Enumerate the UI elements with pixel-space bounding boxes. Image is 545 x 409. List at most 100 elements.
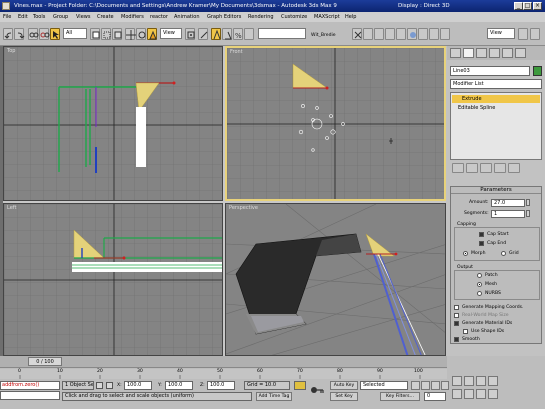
maximize-button[interactable]: □ <box>523 2 532 10</box>
absolute-mode-icon[interactable] <box>106 382 113 389</box>
snaps-toggle-icon[interactable] <box>211 28 221 40</box>
tab-modify-icon[interactable] <box>463 48 474 58</box>
mesh-radio[interactable] <box>477 282 482 287</box>
generate-material-ids-checkbox[interactable] <box>454 321 459 326</box>
tab-create-icon[interactable] <box>450 48 461 58</box>
key-mode-icon[interactable] <box>294 381 306 390</box>
menu-modifiers[interactable]: Modifiers <box>121 12 144 22</box>
unlink-icon[interactable] <box>39 28 50 40</box>
show-end-result-icon[interactable] <box>466 163 478 173</box>
menu-create[interactable]: Create <box>97 12 114 22</box>
viewport-left[interactable]: Left <box>3 203 223 356</box>
layer-manager-icon[interactable] <box>374 28 384 40</box>
curve-editor-icon[interactable] <box>385 28 395 40</box>
real-world-checkbox[interactable] <box>454 313 459 318</box>
select-by-name-icon[interactable] <box>90 28 100 40</box>
set-key-button[interactable]: Set Key <box>330 392 358 401</box>
pan-icon[interactable] <box>464 389 474 399</box>
viewport-top-label[interactable]: Top <box>7 48 15 54</box>
scale-icon[interactable] <box>147 28 157 40</box>
menu-rendering[interactable]: Rendering <box>248 12 274 22</box>
object-name-field[interactable]: Line03 <box>450 66 530 76</box>
spinner-snap-icon[interactable] <box>244 28 254 40</box>
set-key-icon[interactable] <box>310 383 324 397</box>
make-unique-icon[interactable] <box>480 163 492 173</box>
next-frame-icon[interactable] <box>441 381 449 390</box>
percent-snap-icon[interactable]: % <box>233 28 243 40</box>
menu-customize[interactable]: Customize <box>281 12 307 22</box>
cap-start-checkbox[interactable] <box>479 232 484 237</box>
reference-coordinate-dropdown[interactable]: View <box>160 28 182 39</box>
move-icon[interactable] <box>125 28 136 40</box>
menu-reactor[interactable]: reactor <box>150 12 168 22</box>
time-slider[interactable]: 0 / 100 <box>0 356 447 368</box>
maximize-viewport-icon[interactable] <box>488 389 498 399</box>
z-coordinate-field[interactable]: 100.0 <box>207 381 235 390</box>
active-shade-icon[interactable] <box>530 28 540 40</box>
undo-icon[interactable] <box>3 28 13 40</box>
quick-render-icon[interactable] <box>440 28 450 40</box>
viewport-perspective[interactable]: Perspective <box>225 203 446 356</box>
track-bar[interactable]: 0 10 20 30 40 50 60 70 80 90 100 <box>0 369 447 379</box>
tab-utilities-icon[interactable] <box>515 48 526 58</box>
selection-filter-dropdown[interactable]: All <box>63 28 87 39</box>
auto-key-button[interactable]: Auto Key <box>330 381 358 390</box>
menu-animation[interactable]: Animation <box>174 12 200 22</box>
time-slider-thumb[interactable]: 0 / 100 <box>28 357 62 366</box>
pivot-center-icon[interactable] <box>185 28 195 40</box>
app-icon[interactable] <box>2 2 10 10</box>
generate-mapping-checkbox[interactable] <box>454 305 459 310</box>
mirror-icon[interactable] <box>352 28 362 40</box>
zoom-extents-icon[interactable] <box>476 376 486 386</box>
remove-modifier-icon[interactable] <box>494 163 506 173</box>
y-coordinate-field[interactable]: 100.0 <box>165 381 193 390</box>
key-selection-dropdown[interactable]: Selected <box>360 381 408 390</box>
viewport-front[interactable]: Front <box>225 46 446 201</box>
render-type-dropdown[interactable]: View <box>487 28 515 39</box>
close-button[interactable]: × <box>533 2 542 10</box>
tab-motion-icon[interactable] <box>489 48 500 58</box>
patch-radio[interactable] <box>477 273 482 278</box>
menu-views[interactable]: Views <box>76 12 90 22</box>
menu-tools[interactable]: Tools <box>33 12 45 22</box>
parameters-title[interactable]: Parameters <box>451 187 541 194</box>
use-shape-ids-checkbox[interactable] <box>463 329 468 334</box>
key-filters-button[interactable]: Key Filters... <box>380 392 420 401</box>
minimize-button[interactable]: _ <box>514 2 523 10</box>
field-of-view-icon[interactable] <box>452 389 462 399</box>
maxscript-output[interactable] <box>0 391 60 400</box>
tab-display-icon[interactable] <box>502 48 513 58</box>
viewport-perspective-label[interactable]: Perspective <box>229 205 258 211</box>
angle-snap-icon[interactable] <box>222 28 232 40</box>
window-crossing-icon[interactable] <box>112 28 122 40</box>
tab-hierarchy-icon[interactable] <box>476 48 487 58</box>
segments-spinner[interactable] <box>526 210 530 217</box>
object-color-swatch[interactable] <box>533 66 542 76</box>
named-selection-dropdown[interactable] <box>258 28 306 39</box>
configure-sets-icon[interactable] <box>508 163 520 173</box>
current-frame-field[interactable]: 0 <box>424 392 446 401</box>
render-icon[interactable] <box>518 28 528 40</box>
amount-field[interactable]: 27.0 <box>491 199 525 207</box>
select-and-link-icon[interactable] <box>28 28 39 40</box>
menu-edit[interactable]: Edit <box>18 12 28 22</box>
play-icon[interactable] <box>431 381 440 390</box>
material-editor-icon[interactable] <box>407 28 417 40</box>
go-to-start-icon[interactable] <box>411 381 420 390</box>
pin-stack-icon[interactable] <box>452 163 464 173</box>
menu-help[interactable]: Help <box>345 12 356 22</box>
lock-selection-icon[interactable] <box>96 382 103 389</box>
stack-item-extrude[interactable]: Extrude <box>452 95 540 103</box>
render-frame-icon[interactable] <box>429 28 439 40</box>
grid-radio[interactable] <box>501 251 506 256</box>
select-and-manipulate-icon[interactable] <box>198 28 208 40</box>
align-icon[interactable] <box>363 28 373 40</box>
cap-end-checkbox[interactable] <box>479 241 484 246</box>
render-setup-icon[interactable] <box>418 28 428 40</box>
select-object-icon[interactable] <box>50 28 60 40</box>
maxscript-mini-listener[interactable]: addfrom.zero() <box>0 381 60 390</box>
menu-group[interactable]: Group <box>53 12 68 22</box>
viewport-front-label[interactable]: Front <box>230 49 243 55</box>
morph-radio[interactable] <box>463 251 468 256</box>
schematic-view-icon[interactable] <box>396 28 406 40</box>
